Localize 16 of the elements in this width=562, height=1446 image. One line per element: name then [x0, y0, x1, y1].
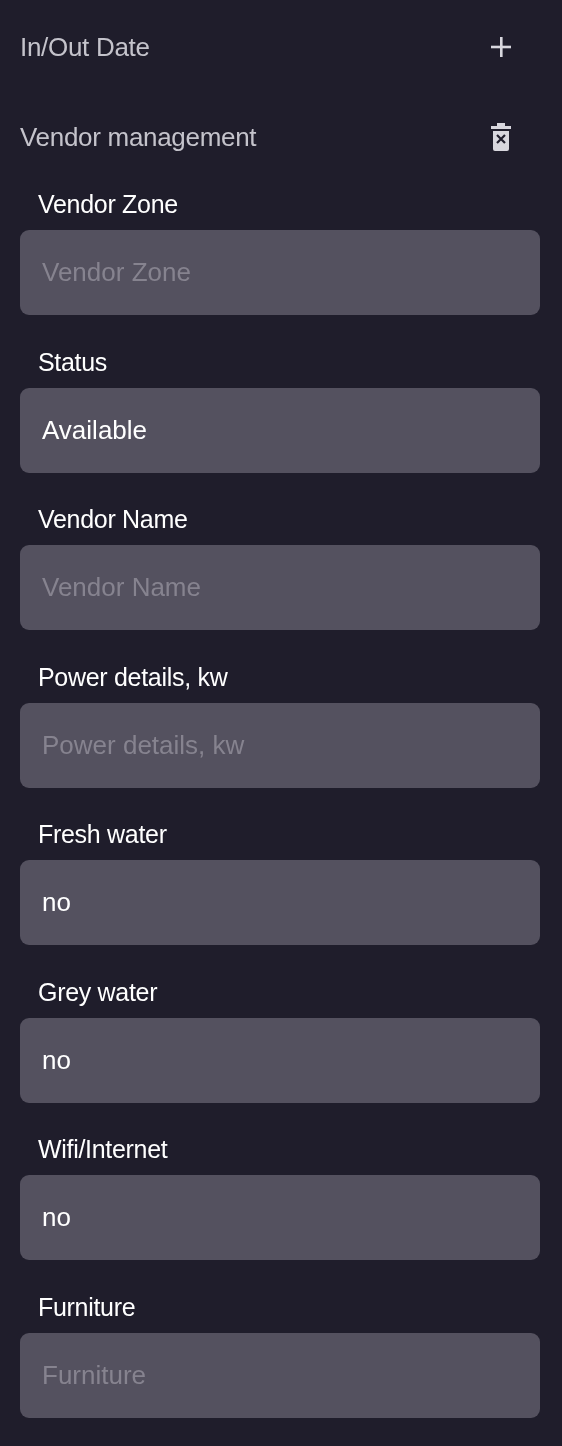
- delete-icon[interactable]: [490, 123, 512, 151]
- field-label: Power details, kw: [38, 661, 229, 693]
- section-title[interactable]: In/Out Date: [20, 31, 150, 63]
- field-label: Status: [38, 346, 109, 378]
- add-icon[interactable]: [490, 36, 512, 58]
- field-label: Furniture: [38, 1291, 137, 1323]
- input-field[interactable]: no: [20, 1017, 540, 1103]
- section-title[interactable]: Vendor management: [20, 121, 257, 153]
- input-field[interactable]: no: [20, 1175, 540, 1260]
- field-label: Fresh water: [38, 819, 168, 850]
- input-field[interactable]: Available: [20, 387, 540, 473]
- input-field[interactable]: no: [20, 860, 540, 945]
- field-label: Vendor Zone: [38, 189, 179, 220]
- field-label: Grey water: [38, 976, 159, 1008]
- field-label: Wifi/Internet: [38, 1134, 169, 1165]
- field-label: Vendor Name: [38, 504, 189, 535]
